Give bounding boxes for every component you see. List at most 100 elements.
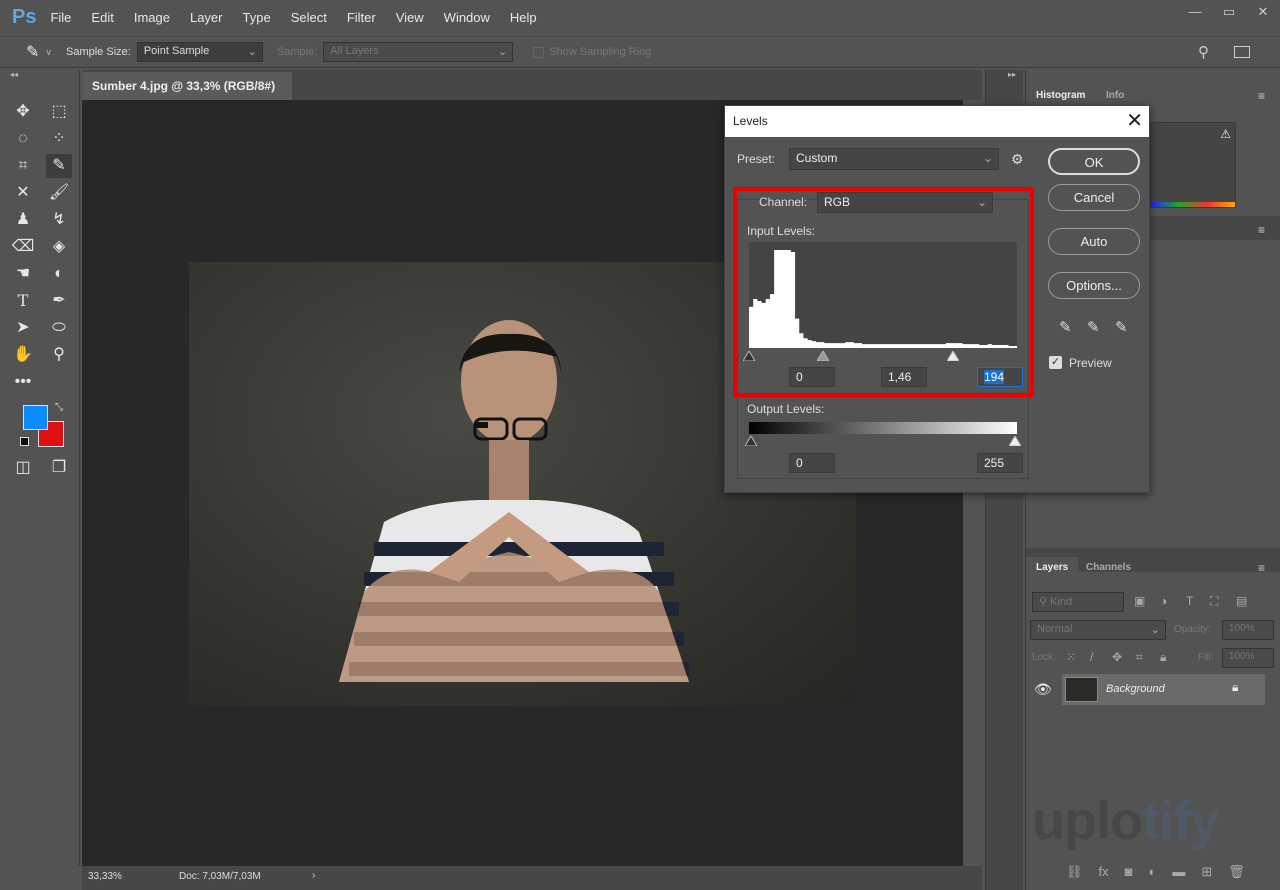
menu-image[interactable]: Image (134, 10, 170, 25)
lasso-tool-icon[interactable]: ◌ (10, 127, 36, 151)
panel-menu-icon[interactable]: ≡ (1258, 561, 1265, 575)
eraser-tool-icon[interactable]: ⌫ (10, 235, 36, 259)
output-white-slider[interactable] (1009, 436, 1021, 446)
tab-channels[interactable]: Channels (1076, 557, 1141, 579)
lock-artboard-icon[interactable]: ⌗ (1136, 650, 1143, 665)
preset-select[interactable]: Custom ⌄ (789, 148, 999, 170)
hand-tool-icon[interactable]: ✋ (10, 343, 36, 367)
white-point-slider[interactable] (946, 351, 959, 361)
menu-help[interactable]: Help (510, 10, 537, 25)
menu-file[interactable]: File (50, 10, 71, 25)
move-tool-icon[interactable]: ✥ (10, 100, 36, 124)
zoom-tool-icon[interactable]: ⚲ (46, 343, 72, 367)
gray-eyedropper-icon[interactable]: ✎ (1087, 318, 1100, 336)
brush-tool-icon[interactable]: 🖌 (46, 181, 72, 205)
menu-filter[interactable]: Filter (347, 10, 376, 25)
input-white-field[interactable]: 194 (977, 367, 1023, 387)
tab-histogram[interactable]: Histogram (1026, 85, 1096, 107)
output-black-slider[interactable] (745, 436, 757, 446)
path-selection-tool-icon[interactable]: ➤ (10, 316, 36, 340)
type-tool-icon[interactable]: T (10, 289, 36, 313)
filter-shape-icon[interactable]: ⛶ (1210, 594, 1218, 609)
paint-bucket-tool-icon[interactable]: ◈ (46, 235, 72, 259)
smudge-tool-icon[interactable]: ☚ (10, 262, 36, 286)
zoom-level[interactable]: 33,33% (88, 871, 122, 882)
foreground-color-swatch[interactable] (23, 405, 48, 430)
auto-button[interactable]: Auto (1048, 228, 1140, 255)
document-tab[interactable]: Sumber 4.jpg @ 33,3% (RGB/8#) × (82, 72, 292, 121)
filter-smart-object-icon[interactable]: ▤ (1236, 594, 1247, 608)
workspace-icon[interactable] (1234, 46, 1250, 58)
lock-paint-icon[interactable]: / (1090, 650, 1093, 664)
menu-window[interactable]: Window (444, 10, 490, 25)
expand-icon[interactable]: ▸▸ (1008, 70, 1016, 79)
output-white-field[interactable]: 255 (977, 453, 1023, 473)
warning-icon[interactable]: ⚠ (1220, 127, 1231, 141)
filter-type-icon[interactable]: T (1186, 594, 1193, 608)
minimize-button[interactable]: — (1178, 0, 1212, 24)
marquee-tool-icon[interactable]: ⬚ (46, 100, 72, 124)
menu-layer[interactable]: Layer (190, 10, 223, 25)
menu-view[interactable]: View (396, 10, 424, 25)
crop-tool-icon[interactable]: ⌗ (10, 154, 36, 178)
blend-mode-select[interactable]: Normal ⌄ (1030, 620, 1166, 640)
layer-row-background[interactable]: Background 🔒︎ (1062, 674, 1265, 705)
dodge-tool-icon[interactable]: ◐ (46, 262, 72, 286)
delete-layer-icon[interactable]: 🗑︎ (1228, 864, 1245, 880)
preview-checkbox[interactable]: ✓ (1049, 356, 1062, 369)
ellipse-tool-icon[interactable]: ⬭ (46, 316, 72, 340)
channel-select[interactable]: RGB ⌄ (817, 192, 993, 213)
menu-edit[interactable]: Edit (91, 10, 113, 25)
opacity-field[interactable]: 100% (1222, 620, 1274, 640)
history-brush-tool-icon[interactable]: ↯ (46, 208, 72, 232)
input-slider-track[interactable] (743, 349, 1017, 361)
quick-mask-icon[interactable]: ◫ (10, 456, 36, 480)
stamp-tool-icon[interactable]: ♟ (10, 208, 36, 232)
adjustment-layer-icon[interactable]: ◐ (1149, 864, 1157, 880)
screen-mode-icon[interactable]: ❐ (46, 456, 72, 480)
gamma-slider[interactable] (817, 351, 830, 361)
black-point-slider[interactable] (743, 351, 755, 361)
fill-field[interactable]: 100% (1222, 648, 1274, 668)
collapse-icon[interactable]: ◂◂ (10, 70, 18, 79)
layer-kind-filter[interactable]: ⚲ Kind (1032, 592, 1124, 612)
chevron-down-icon[interactable]: ∨ (45, 47, 52, 58)
input-black-field[interactable]: 0 (789, 367, 835, 387)
close-dialog-icon[interactable]: ✕ (1126, 106, 1143, 136)
fx-icon[interactable]: fx (1099, 864, 1109, 880)
more-tools-icon[interactable]: ••• (10, 370, 36, 394)
filter-adjustment-icon[interactable]: ◑ (1160, 594, 1167, 608)
link-layers-icon[interactable]: ⛓ (1066, 864, 1083, 880)
swap-colors-icon[interactable]: ⤡ (55, 402, 63, 413)
ok-button[interactable]: OK (1048, 148, 1140, 175)
filter-pixel-icon[interactable]: ▣ (1134, 594, 1145, 608)
white-eyedropper-icon[interactable]: ✎ (1115, 318, 1128, 336)
status-menu-arrow-icon[interactable]: › (312, 870, 315, 881)
lock-transparent-icon[interactable]: ⁙ (1066, 650, 1076, 664)
panel-menu-icon[interactable]: ≡ (1258, 89, 1265, 103)
options-button[interactable]: Options... (1048, 272, 1140, 299)
tab-layers[interactable]: Layers (1026, 557, 1079, 579)
eyedropper-tool-icon[interactable]: ✎ (46, 154, 72, 178)
tab-info[interactable]: Info (1096, 85, 1134, 107)
maximize-button[interactable]: ▭ (1212, 0, 1246, 24)
cancel-button[interactable]: Cancel (1048, 184, 1140, 211)
eyedropper-tool-preset-icon[interactable]: ✎ (26, 42, 39, 62)
healing-tool-icon[interactable]: ✕ (10, 181, 36, 205)
close-window-button[interactable]: ✕ (1246, 0, 1280, 24)
new-layer-icon[interactable]: ⊞ (1201, 864, 1212, 880)
lock-position-icon[interactable]: ✥ (1112, 650, 1122, 664)
lock-all-icon[interactable]: 🔒︎ (1160, 650, 1166, 665)
sampling-ring-checkbox[interactable] (533, 46, 545, 58)
black-eyedropper-icon[interactable]: ✎ (1059, 318, 1072, 336)
input-gamma-field[interactable]: 1,46 (881, 367, 927, 387)
output-black-field[interactable]: 0 (789, 453, 835, 473)
panel-menu-icon[interactable]: ≡ (1258, 223, 1265, 237)
add-mask-icon[interactable]: ◙ (1125, 864, 1133, 880)
group-folder-icon[interactable]: ▬ (1172, 864, 1185, 880)
sample-size-select[interactable]: Point Sample ⌄ (136, 42, 263, 62)
search-icon[interactable]: ⚲ (1198, 43, 1209, 61)
default-colors-icon[interactable] (20, 437, 29, 446)
menu-select[interactable]: Select (291, 10, 327, 25)
preset-options-gear-icon[interactable]: ⚙ (1011, 151, 1024, 168)
